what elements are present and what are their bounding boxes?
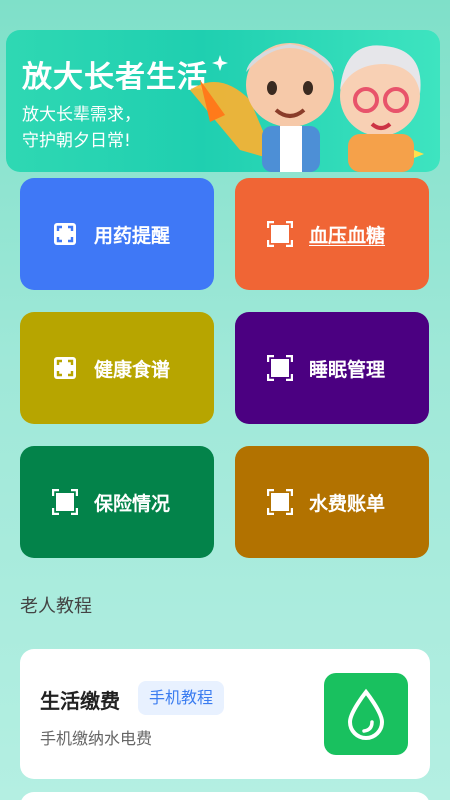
tile-healthy-recipes[interactable]: 健康食谱 xyxy=(20,312,214,424)
square-frame-icon xyxy=(267,355,293,381)
water-drop-icon xyxy=(324,673,408,755)
tile-label: 水费账单 xyxy=(309,492,386,515)
square-frame-icon xyxy=(267,489,293,515)
tile-label: 血压血糖 xyxy=(309,224,386,247)
scan-frame-icon xyxy=(52,355,78,381)
square-frame-icon xyxy=(267,221,293,247)
elderly-couple-illustration xyxy=(190,43,424,172)
tile-label: 睡眠管理 xyxy=(309,358,386,381)
scan-frame-icon xyxy=(52,221,78,247)
tile-water-bill[interactable]: 水费账单 xyxy=(235,446,429,558)
tile-label: 健康食谱 xyxy=(94,358,171,381)
square-frame-icon xyxy=(52,489,78,515)
card-tag: 手机教程 xyxy=(138,681,225,715)
tile-label: 保险情况 xyxy=(94,492,171,515)
section-title-tutorials: 老人教程 xyxy=(20,596,92,617)
tile-sleep-management[interactable]: 睡眠管理 xyxy=(235,312,429,424)
tile-medication-reminder[interactable]: 用药提醒 xyxy=(20,178,214,290)
card-description: 手机缴纳水电费 xyxy=(40,729,153,748)
hero-banner[interactable]: 放大长者生活 放大长辈需求， 守护朝夕日常! xyxy=(6,30,440,172)
tile-label: 用药提醒 xyxy=(94,224,171,247)
card-title: 生活缴费 xyxy=(40,689,120,713)
tutorial-card-next[interactable] xyxy=(20,792,430,800)
tile-blood-pressure-sugar[interactable]: 血压血糖 xyxy=(235,178,429,290)
tile-insurance-status[interactable]: 保险情况 xyxy=(20,446,214,558)
tutorial-card[interactable]: 生活缴费 手机教程 手机缴纳水电费 xyxy=(20,649,430,779)
